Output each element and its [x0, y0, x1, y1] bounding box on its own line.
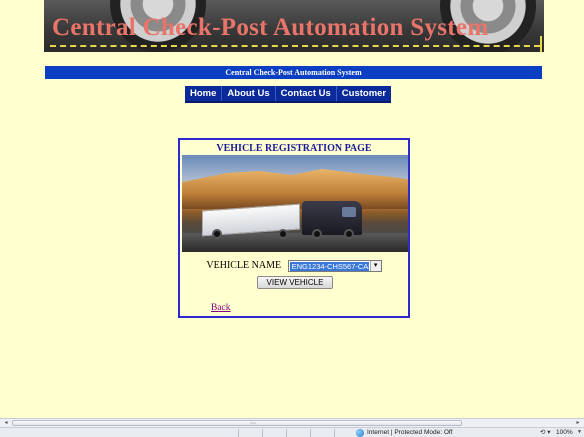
- horizontal-scrollbar[interactable]: ◂ ⋯ ▸: [0, 418, 584, 427]
- protected-mode-icon[interactable]: ⟲ ▾: [540, 428, 551, 437]
- nav-customer[interactable]: Customer: [337, 86, 391, 101]
- status-divider: [334, 429, 335, 437]
- nav-contact-us[interactable]: Contact Us: [276, 86, 337, 101]
- scrollbar-thumb[interactable]: ⋯: [12, 420, 462, 427]
- status-divider: [238, 429, 239, 437]
- banner-line-right: [540, 36, 542, 52]
- status-divider: [286, 429, 287, 437]
- header-banner: Central Check-Post Automation System: [44, 0, 544, 52]
- tire: [344, 229, 354, 239]
- vehicle-name-row: VEHICLE NAME ENG1234-CHS567-CAR ▾: [180, 260, 408, 272]
- chevron-down-icon[interactable]: ▾: [369, 261, 381, 271]
- scroll-left-arrow-icon[interactable]: ◂: [1, 419, 11, 427]
- status-divider: [262, 429, 263, 437]
- security-zone-text: Internet | Protected Mode: Off: [367, 429, 453, 436]
- tire: [312, 229, 322, 239]
- nav-about-us[interactable]: About Us: [222, 86, 276, 101]
- vehicle-registration-panel: VEHICLE REGISTRATION PAGE VEHICLE NAME E…: [178, 138, 410, 318]
- tire: [278, 229, 288, 239]
- globe-icon: [356, 429, 364, 437]
- scroll-right-arrow-icon[interactable]: ▸: [573, 419, 583, 427]
- vehicle-name-select[interactable]: ENG1234-CHS567-CAR ▾: [287, 260, 382, 272]
- main-nav: Home About Us Contact Us Customer: [185, 86, 392, 103]
- status-bar: Internet | Protected Mode: Off ⟲ ▾ 100% …: [0, 427, 584, 437]
- view-vehicle-button[interactable]: VIEW VEHICLE: [257, 276, 333, 289]
- zoom-level[interactable]: 100%: [556, 428, 573, 437]
- truck-cab: [302, 201, 362, 235]
- banner-title: Central Check-Post Automation System: [52, 14, 489, 41]
- status-divider: [310, 429, 311, 437]
- nav-home[interactable]: Home: [185, 86, 223, 101]
- back-link[interactable]: Back: [211, 303, 231, 313]
- panel-title: VEHICLE REGISTRATION PAGE: [216, 143, 372, 154]
- banner-dashed-line: [50, 45, 540, 47]
- tire: [212, 229, 222, 239]
- vehicle-name-selected: ENG1234-CHS567-CAR: [289, 262, 369, 271]
- subheader-bar: Central Check-Post Automation System: [45, 66, 542, 79]
- truck-photo: [182, 155, 408, 252]
- vehicle-name-label: VEHICLE NAME: [206, 260, 282, 272]
- zoom-dropdown-icon[interactable]: ▼: [577, 428, 582, 437]
